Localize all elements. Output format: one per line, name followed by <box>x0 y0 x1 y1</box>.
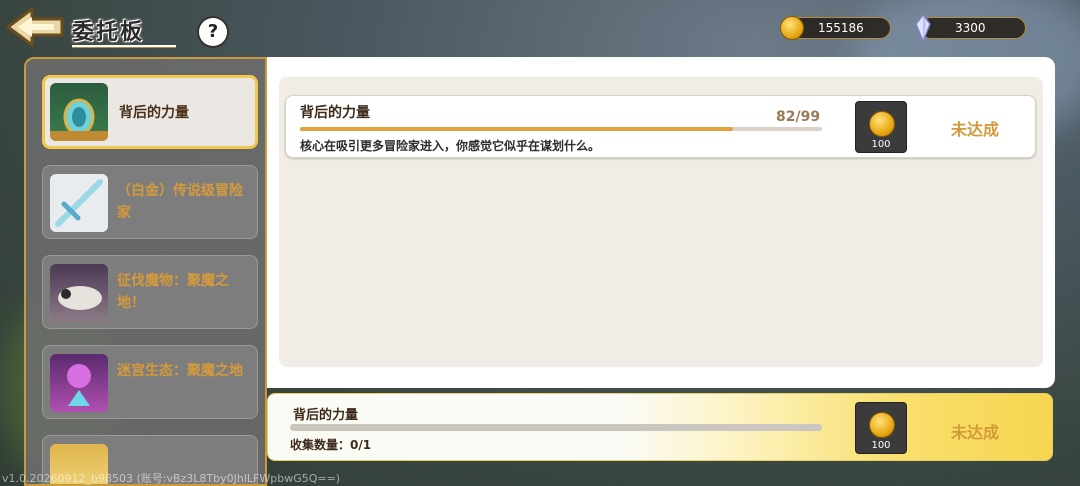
help-button[interactable]: ? <box>199 18 227 46</box>
quest-list-item[interactable]: 征伐魔物：聚魔之地！ <box>42 255 258 329</box>
reward-item[interactable]: 100 <box>855 101 907 153</box>
monster-thumbnail <box>50 264 108 322</box>
task-status: 未达成 <box>951 120 1000 139</box>
gold-coin-icon <box>869 111 895 137</box>
quest-detail-panel: 背后的力量 82/99 核心在吸引更多冒险家进入，你感觉它似乎在谋划什么。 10… <box>267 57 1055 388</box>
back-arrow-icon <box>6 7 64 47</box>
task-description: 核心在吸引更多冒险家进入，你感觉它似乎在谋划什么。 <box>300 139 601 153</box>
page-title-container: 委托板 <box>72 14 180 52</box>
gold-currency-display: 155186 <box>780 16 891 40</box>
task-progress-text: 82/99 <box>776 109 821 125</box>
quest-list-item-label: （白金）传说级冒险家 <box>117 183 243 221</box>
quest-task-row: 背后的力量 82/99 核心在吸引更多冒险家进入，你感觉它似乎在谋划什么。 10… <box>285 95 1036 158</box>
reward-quantity: 100 <box>871 139 891 150</box>
forest-portal-thumbnail <box>50 83 108 141</box>
quest-list-item-label: 迷宫生态：聚魔之地 <box>117 363 243 379</box>
collection-count: 收集数量：0/1 <box>290 438 372 452</box>
page-title: 委托板 <box>72 20 145 45</box>
reward-quantity: 100 <box>871 440 891 451</box>
quest-list-panel: 背后的力量 （白金）传说级冒险家 征伐魔物：聚魔之地！ 迷宫生态：聚魔之地 <box>24 57 267 486</box>
task-progress-fill <box>300 127 734 131</box>
reward-item[interactable]: 100 <box>855 402 907 454</box>
gold-coin-icon <box>780 16 804 40</box>
collection-task-bar: 背后的力量 收集数量：0/1 100 未达成 <box>267 393 1053 461</box>
back-button[interactable] <box>6 6 64 48</box>
task-progress-bar <box>300 127 822 131</box>
quest-list-item-label: 征伐魔物：聚魔之地！ <box>117 273 229 311</box>
flower-thumbnail <box>50 354 108 412</box>
task-title: 背后的力量 <box>300 105 370 121</box>
crystal-amount: 3300 <box>955 21 986 35</box>
quest-list-item[interactable]: 迷宫生态：聚魔之地 <box>42 345 258 419</box>
gold-coin-icon <box>869 412 895 438</box>
gold-amount: 155186 <box>818 21 864 35</box>
collection-title: 背后的力量 <box>293 408 359 423</box>
crystal-icon <box>915 14 931 42</box>
title-underline <box>72 45 176 48</box>
version-text: v1.0.20260912_b98503 (账号:vBz3L8Tby0JhlLF… <box>2 472 341 485</box>
sword-thumbnail <box>50 174 108 232</box>
crystal-currency-display: 3300 <box>915 14 1026 42</box>
quest-list-item[interactable]: （白金）传说级冒险家 <box>42 165 258 239</box>
quest-list-item-label: 背后的力量 <box>119 105 189 121</box>
quest-list-item[interactable]: 背后的力量 <box>42 75 258 149</box>
collection-progress-bar <box>290 424 822 431</box>
collection-status: 未达成 <box>951 423 1000 442</box>
